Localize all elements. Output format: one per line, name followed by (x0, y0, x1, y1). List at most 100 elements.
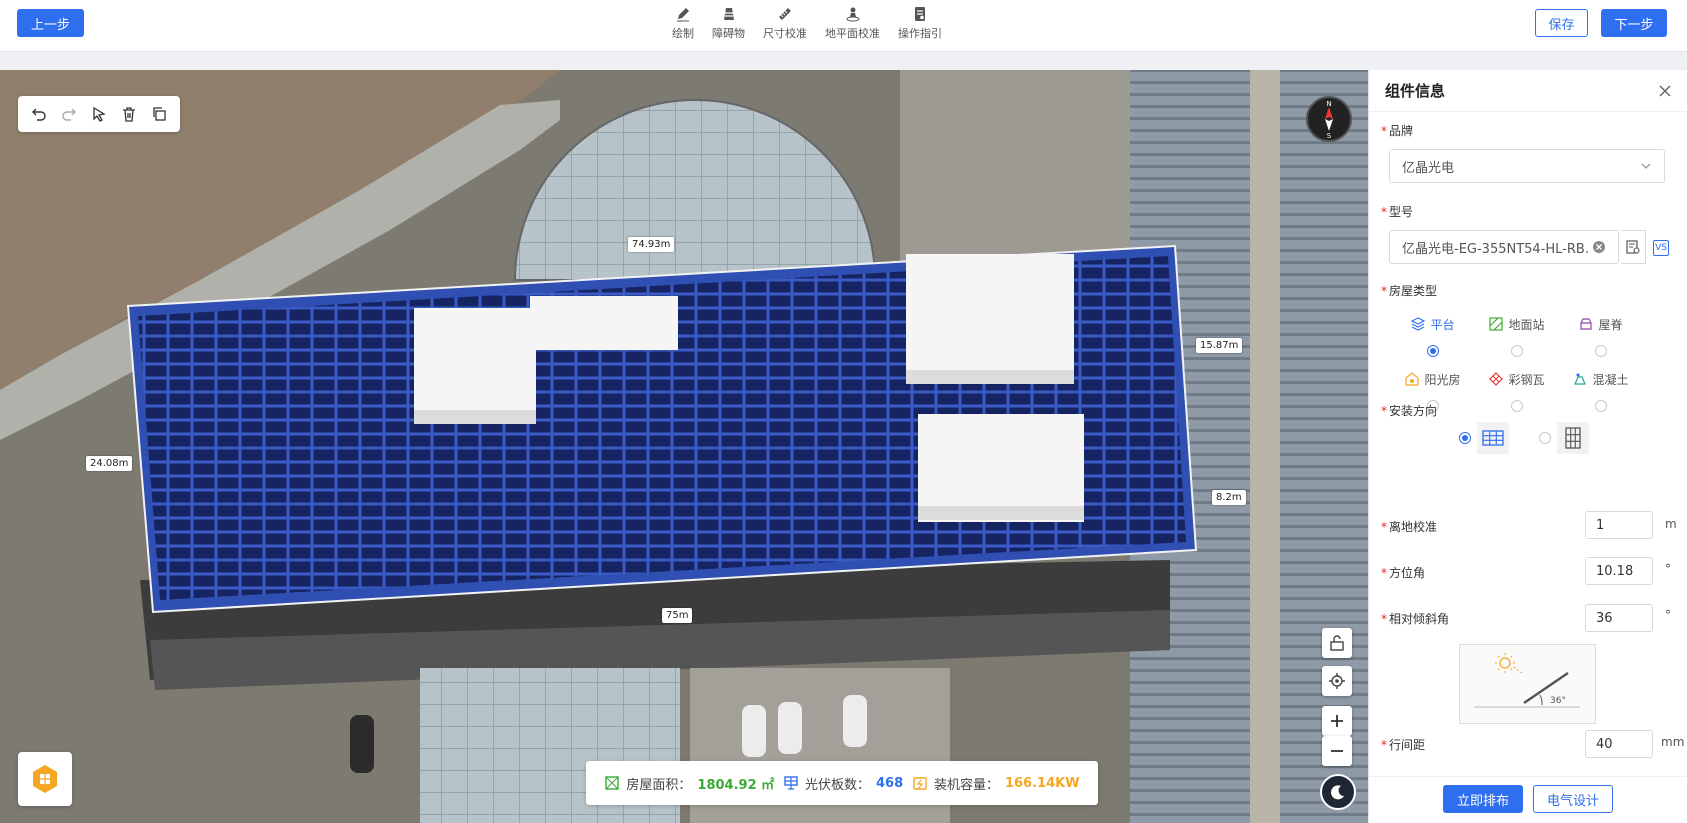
roof-type-color-steel-label: 彩钢瓦 (1508, 372, 1545, 387)
color-steel-icon (1489, 372, 1504, 386)
copy-icon[interactable] (149, 104, 169, 124)
delete-icon[interactable] (119, 104, 139, 124)
view-detail-icon (1626, 240, 1640, 254)
landscape-grid-icon (1482, 430, 1504, 446)
dimension-bottom: 75m (662, 608, 693, 623)
compass-icon: N S (1325, 100, 1333, 140)
stat-capacity-value: 166.14KW (1004, 775, 1080, 791)
prev-step-button[interactable]: 上一步 (17, 9, 84, 37)
roof-type-ground-radio[interactable] (1511, 345, 1523, 357)
row-spacing-label: 行间距 (1381, 736, 1425, 753)
model-select[interactable]: 亿晶光电-EG-355NT54-HL-RB.I (1389, 230, 1619, 264)
stat-area-label: 房屋面积： (626, 777, 692, 793)
app-logo[interactable] (18, 752, 72, 806)
tool-draw-label: 绘制 (672, 27, 694, 40)
tool-ground-calibration[interactable]: 地平面校准 (825, 6, 880, 41)
save-button[interactable]: 保存 (1535, 9, 1588, 37)
close-icon[interactable] (1657, 83, 1673, 99)
map-viewport[interactable]: 74.93m 15.87m 24.08m 8.2m 75m N S 房屋面积： … (0, 70, 1368, 823)
tool-draw[interactable]: 绘制 (672, 6, 694, 41)
aerial-scene (0, 70, 1368, 823)
roof-type-concrete-label: 混凝土 (1592, 372, 1629, 387)
tool-size-calibration[interactable]: 尺寸校准 (763, 6, 807, 41)
portrait-grid-icon (1565, 427, 1581, 449)
stat-capacity: 装机容量： 166.14KW (912, 774, 1080, 793)
ridge-icon (1580, 318, 1593, 330)
azimuth-input[interactable]: 10.18 (1585, 557, 1653, 585)
roof-type-platform-radio[interactable] (1427, 345, 1439, 357)
tilt-diagram-angle: 36° (1550, 696, 1566, 706)
roof-type-concrete[interactable]: 混凝土 (1559, 370, 1643, 412)
plus-icon (1331, 715, 1343, 727)
ground-calibration-input[interactable]: 1 (1585, 511, 1653, 539)
zoom-in-button[interactable] (1322, 706, 1352, 736)
compass[interactable]: N S (1306, 96, 1352, 142)
panel-header: 组件信息 (1369, 70, 1687, 112)
roof-type-color-steel[interactable]: 彩钢瓦 (1475, 370, 1559, 412)
zoom-out-button[interactable] (1322, 736, 1352, 766)
ground-calibration-label: 离地校准 (1381, 518, 1437, 535)
edit-toolbar (18, 96, 180, 132)
roof-type-color-steel-radio[interactable] (1511, 400, 1523, 412)
chevron-down-icon (1641, 163, 1651, 169)
obstacle-icon (723, 8, 734, 20)
compass-south: S (1327, 132, 1332, 140)
roof-type-ridge[interactable]: 屋脊 (1559, 315, 1643, 357)
pen-icon (677, 8, 689, 22)
tool-ground-calibration-label: 地平面校准 (825, 27, 880, 40)
roof-type-platform[interactable]: 平台 (1391, 315, 1475, 357)
dimension-right-upper: 15.87m (1196, 338, 1243, 353)
moon-icon (1331, 785, 1344, 800)
model-label: 型号 (1381, 203, 1413, 220)
tool-obstacle[interactable]: 障碍物 (712, 6, 745, 41)
roof-type-concrete-radio[interactable] (1595, 400, 1607, 412)
model-detail-button[interactable] (1621, 230, 1646, 264)
concrete-icon (1574, 373, 1587, 385)
undo-icon[interactable] (29, 104, 49, 124)
next-step-button[interactable]: 下一步 (1601, 9, 1667, 37)
roof-type-sunroom-label: 阳光房 (1424, 372, 1461, 387)
row-spacing-input[interactable]: 40 (1585, 730, 1653, 758)
locate-button[interactable] (1322, 666, 1352, 696)
solar-logo-icon (33, 765, 57, 793)
stats-bar: 房屋面积： 1804.92 ㎡ 光伏板数： 468 装机容量： 166.14KW (586, 761, 1098, 805)
capacity-icon (913, 777, 927, 790)
stat-panels-label: 光伏板数： (804, 777, 870, 793)
area-icon (605, 776, 620, 790)
select-icon[interactable] (89, 104, 109, 124)
night-mode-button[interactable] (1320, 774, 1356, 810)
roof-type-ridge-radio[interactable] (1595, 345, 1607, 357)
tool-size-calibration-label: 尺寸校准 (763, 27, 807, 40)
tilt-unit: ° (1665, 608, 1671, 622)
azimuth-label: 方位角 (1381, 564, 1425, 581)
roof-type-label: 房屋类型 (1381, 282, 1437, 299)
roof-type-platform-label: 平台 (1430, 317, 1455, 332)
azimuth-unit: ° (1665, 562, 1671, 576)
ground-calibration-unit: m (1665, 517, 1677, 531)
top-toolbar: 上一步 绘制 障碍物 尺寸校准 地平面校准 操作指引 保存 下一步 (0, 0, 1687, 52)
brand-select[interactable]: 亿晶光电 (1389, 149, 1665, 183)
locate-icon (1329, 673, 1345, 689)
install-horizontal-option[interactable] (1477, 422, 1509, 454)
dimension-top: 74.93m (628, 237, 675, 252)
guide-icon (915, 7, 925, 21)
dimension-right-lower: 8.2m (1212, 490, 1246, 505)
electrical-design-button[interactable]: 电气设计 (1533, 785, 1613, 813)
install-vertical-option[interactable] (1557, 422, 1589, 454)
tool-guide[interactable]: 操作指引 (898, 6, 942, 41)
tilt-input[interactable]: 36 (1585, 604, 1653, 632)
install-vertical-radio[interactable] (1539, 432, 1551, 444)
auto-layout-button[interactable]: 立即排布 (1443, 785, 1523, 813)
layers-icon (1411, 317, 1426, 331)
compare-button[interactable]: VS (1653, 240, 1669, 256)
row-spacing-unit: mm (1661, 735, 1685, 749)
solar-panel-icon (784, 776, 798, 790)
roof-type-ground[interactable]: 地面站 (1475, 315, 1559, 357)
ground-station-icon (1489, 317, 1504, 331)
redo-icon[interactable] (59, 104, 79, 124)
lock-button[interactable] (1322, 628, 1352, 658)
install-horizontal-radio[interactable] (1459, 432, 1471, 444)
roof-type-ground-label: 地面站 (1508, 317, 1545, 332)
clear-icon[interactable] (1592, 240, 1606, 254)
tilt-label: 相对倾斜角 (1381, 610, 1449, 627)
